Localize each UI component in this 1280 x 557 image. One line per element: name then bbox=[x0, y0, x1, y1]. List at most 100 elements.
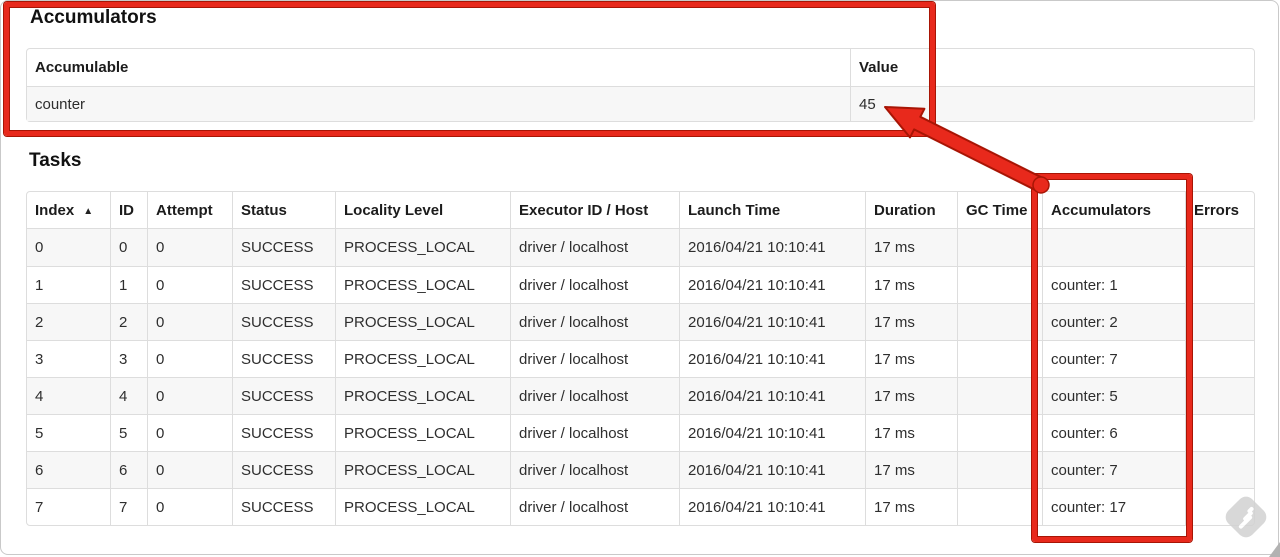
table-cell: 6 bbox=[110, 451, 147, 488]
accumulators-column-header[interactable]: Accumulators bbox=[1042, 192, 1185, 229]
table-cell: SUCCESS bbox=[232, 488, 335, 525]
table-row: 0 0 0 SUCCESS PROCESS_LOCAL driver / localhos… bbox=[27, 229, 1254, 266]
table-cell: driver / localhost bbox=[510, 340, 679, 377]
table-row: 3 3 0 SUCCESS PROCESS_LOCAL driver / localhos… bbox=[27, 340, 1254, 377]
status-column-header[interactable]: Status bbox=[232, 192, 335, 229]
table-cell: 2016/04/21 10:10:41 bbox=[679, 488, 865, 525]
table-cell: 5 bbox=[110, 414, 147, 451]
errors-column-header[interactable]: Errors bbox=[1185, 192, 1254, 229]
table-cell: 0 bbox=[147, 266, 232, 303]
table-cell: 1 bbox=[27, 266, 110, 303]
table-cell: 0 bbox=[147, 414, 232, 451]
table-cell bbox=[957, 266, 1042, 303]
table-cell: 17 ms bbox=[865, 488, 957, 525]
table-cell: 0 bbox=[147, 451, 232, 488]
attempt-column-header[interactable]: Attempt bbox=[147, 192, 232, 229]
table-cell: SUCCESS bbox=[232, 229, 335, 266]
table-cell: 2016/04/21 10:10:41 bbox=[679, 229, 865, 266]
sort-ascending-icon: ▲ bbox=[83, 205, 94, 217]
table-cell: 2016/04/21 10:10:41 bbox=[679, 340, 865, 377]
table-cell: 17 ms bbox=[865, 303, 957, 340]
table-cell: PROCESS_LOCAL bbox=[335, 488, 510, 525]
table-cell: 0 bbox=[110, 229, 147, 266]
table-cell: SUCCESS bbox=[232, 340, 335, 377]
accumulators-header-row: Accumulable Value bbox=[27, 49, 1254, 87]
table-cell: 17 ms bbox=[865, 266, 957, 303]
table-row: 6 6 0 SUCCESS PROCESS_LOCAL driver / localhos… bbox=[27, 451, 1254, 488]
table-cell bbox=[1185, 377, 1254, 414]
locality-level-column-header[interactable]: Locality Level bbox=[335, 192, 510, 229]
table-cell: SUCCESS bbox=[232, 266, 335, 303]
table-cell: PROCESS_LOCAL bbox=[335, 303, 510, 340]
executor-id-host-column-header[interactable]: Executor ID / Host bbox=[510, 192, 679, 229]
table-cell bbox=[1185, 266, 1254, 303]
launch-time-column-header[interactable]: Launch Time bbox=[679, 192, 865, 229]
table-cell: driver / localhost bbox=[510, 377, 679, 414]
table-cell: PROCESS_LOCAL bbox=[335, 229, 510, 266]
table-cell: 4 bbox=[27, 377, 110, 414]
table-cell: 6 bbox=[27, 451, 110, 488]
table-cell: 1 bbox=[110, 266, 147, 303]
table-cell bbox=[957, 340, 1042, 377]
table-cell bbox=[1185, 451, 1254, 488]
tasks-table: Index ▲ ID Attempt Status Locality Level … bbox=[26, 191, 1255, 526]
table-cell: 17 ms bbox=[865, 340, 957, 377]
table-cell: counter: 7 bbox=[1042, 451, 1185, 488]
table-cell: 2016/04/21 10:10:41 bbox=[679, 303, 865, 340]
table-cell bbox=[1185, 340, 1254, 377]
table-cell bbox=[1185, 303, 1254, 340]
table-cell: counter: 6 bbox=[1042, 414, 1185, 451]
table-cell bbox=[1042, 229, 1185, 266]
table-cell: PROCESS_LOCAL bbox=[335, 266, 510, 303]
table-cell: SUCCESS bbox=[232, 377, 335, 414]
table-cell bbox=[957, 377, 1042, 414]
duration-column-header[interactable]: Duration bbox=[865, 192, 957, 229]
table-cell: 17 ms bbox=[865, 414, 957, 451]
tasks-header-row: Index ▲ ID Attempt Status Locality Level … bbox=[27, 192, 1254, 229]
table-cell bbox=[957, 488, 1042, 525]
table-cell: 0 bbox=[27, 229, 110, 266]
table-cell: SUCCESS bbox=[232, 303, 335, 340]
page-frame: Accumulators Accumulable Value counter 4… bbox=[0, 0, 1280, 557]
table-cell: counter: 17 bbox=[1042, 488, 1185, 525]
table-cell: 5 bbox=[27, 414, 110, 451]
table-cell: PROCESS_LOCAL bbox=[335, 414, 510, 451]
table-cell bbox=[957, 229, 1042, 266]
table-cell bbox=[957, 414, 1042, 451]
accumulable-column-header[interactable]: Accumulable bbox=[27, 49, 850, 87]
feed-watermark-icon bbox=[1221, 492, 1271, 542]
table-row: 4 4 0 SUCCESS PROCESS_LOCAL driver / localhos… bbox=[27, 377, 1254, 414]
gc-time-column-header[interactable]: GC Time bbox=[957, 192, 1042, 229]
table-cell: driver / localhost bbox=[510, 414, 679, 451]
table-cell: 2016/04/21 10:10:41 bbox=[679, 451, 865, 488]
table-cell: 2016/04/21 10:10:41 bbox=[679, 377, 865, 414]
value-column-header[interactable]: Value bbox=[850, 49, 1254, 87]
table-row: 5 5 0 SUCCESS PROCESS_LOCAL driver / localhos… bbox=[27, 414, 1254, 451]
table-cell: 17 ms bbox=[865, 229, 957, 266]
table-cell: 2016/04/21 10:10:41 bbox=[679, 266, 865, 303]
table-cell: driver / localhost bbox=[510, 303, 679, 340]
table-cell: PROCESS_LOCAL bbox=[335, 340, 510, 377]
table-cell: SUCCESS bbox=[232, 451, 335, 488]
table-cell: 17 ms bbox=[865, 377, 957, 414]
table-cell: 3 bbox=[27, 340, 110, 377]
table-cell: PROCESS_LOCAL bbox=[335, 451, 510, 488]
table-cell: 7 bbox=[27, 488, 110, 525]
table-cell bbox=[1185, 414, 1254, 451]
accumulable-value-cell: 45 bbox=[850, 87, 1254, 121]
accumulator-row: counter 45 bbox=[27, 87, 1254, 121]
table-cell: 2 bbox=[110, 303, 147, 340]
table-cell: 17 ms bbox=[865, 451, 957, 488]
index-column-header[interactable]: Index ▲ bbox=[27, 192, 110, 229]
index-column-label: Index bbox=[35, 201, 75, 219]
table-cell bbox=[1185, 229, 1254, 266]
table-cell: 0 bbox=[147, 340, 232, 377]
table-cell: counter: 2 bbox=[1042, 303, 1185, 340]
table-cell: counter: 7 bbox=[1042, 340, 1185, 377]
accumulators-heading: Accumulators bbox=[30, 7, 157, 28]
table-cell: driver / localhost bbox=[510, 488, 679, 525]
table-cell: 0 bbox=[147, 229, 232, 266]
table-cell: 7 bbox=[110, 488, 147, 525]
id-column-header[interactable]: ID bbox=[110, 192, 147, 229]
table-cell: driver / localhost bbox=[510, 229, 679, 266]
